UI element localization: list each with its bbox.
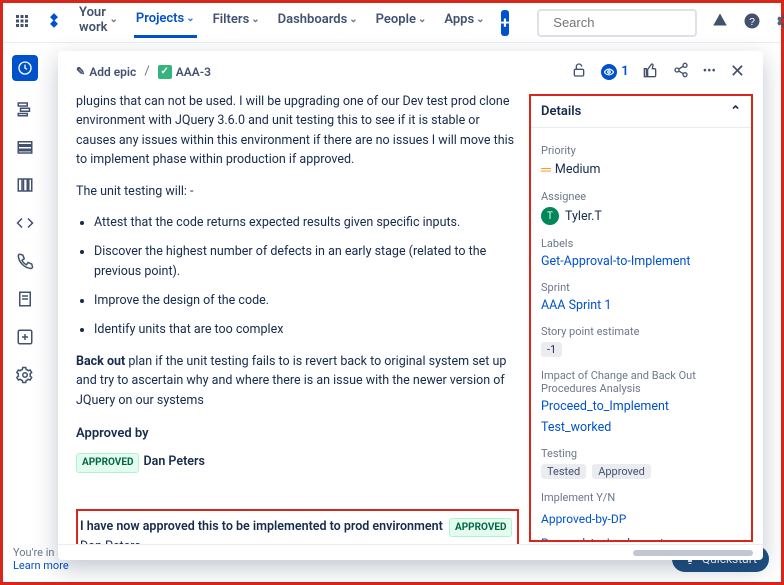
description-text: plugins that can not be used. I will be … bbox=[76, 92, 519, 544]
phone-icon[interactable] bbox=[15, 251, 35, 271]
like-icon[interactable] bbox=[643, 62, 659, 82]
assignee-value[interactable]: T Tyler.T bbox=[541, 207, 741, 225]
implement-label: Implement Y/N bbox=[541, 491, 741, 504]
impact-value[interactable]: Proceed_to_Implement Test_worked bbox=[541, 399, 741, 435]
dialog-footer bbox=[58, 544, 763, 560]
assignee-avatar-icon: T bbox=[541, 207, 559, 225]
priority-medium-icon: ═ bbox=[541, 161, 549, 178]
nav-dashboards[interactable]: Dashboards⌄ bbox=[276, 9, 360, 36]
sprint-value[interactable]: AAA Sprint 1 bbox=[541, 298, 741, 313]
details-heading: Details bbox=[541, 104, 581, 119]
more-actions-icon[interactable]: ••• bbox=[703, 64, 716, 79]
story-points-label: Story point estimate bbox=[541, 325, 741, 338]
story-type-icon: ✓ bbox=[158, 65, 172, 79]
approval-highlight: I have now approved this to be implement… bbox=[76, 509, 519, 544]
search-input[interactable] bbox=[537, 9, 697, 37]
desc-bullet: Attest that the code returns expected re… bbox=[94, 213, 519, 232]
share-icon[interactable] bbox=[673, 62, 689, 82]
approved-by-label: Approved by bbox=[76, 424, 519, 444]
add-epic-link[interactable]: Add epic bbox=[76, 65, 136, 79]
close-dialog-button[interactable]: ✕ bbox=[730, 61, 745, 82]
desc-bullet: Improve the design of the code. bbox=[94, 291, 519, 310]
code-icon[interactable] bbox=[15, 213, 35, 233]
approver-row: APPROVEDDan Peters bbox=[76, 452, 519, 473]
settings-icon[interactable] bbox=[775, 12, 784, 34]
nav-apps[interactable]: Apps⌄ bbox=[442, 9, 486, 36]
left-rail bbox=[3, 43, 47, 582]
implement-value[interactable]: Approved-by-DP Proceed_to_Implement bbox=[541, 508, 741, 542]
app-switcher-icon[interactable] bbox=[13, 12, 31, 34]
backlog-icon[interactable] bbox=[15, 137, 35, 157]
create-button[interactable]: + bbox=[501, 10, 510, 36]
project-avatar-icon[interactable] bbox=[12, 55, 38, 81]
impact-label: Impact of Change and Back Out Procedures… bbox=[541, 369, 741, 395]
story-points-value[interactable]: -1 bbox=[541, 342, 741, 357]
dialog-header: Add epic / ✓ AAA-3 1 ••• ✕ bbox=[58, 51, 763, 92]
add-item-icon[interactable] bbox=[15, 327, 35, 347]
nav-your-work[interactable]: Your work⌄ bbox=[77, 2, 120, 44]
labels-label: Labels bbox=[541, 237, 741, 250]
priority-value[interactable]: ═ Medium bbox=[541, 161, 741, 178]
assignee-label: Assignee bbox=[541, 190, 741, 203]
pages-icon[interactable] bbox=[15, 289, 35, 309]
lock-icon[interactable] bbox=[571, 62, 587, 82]
board-icon[interactable] bbox=[15, 175, 35, 195]
desc-bullet: Identify units that are too complex bbox=[94, 320, 519, 339]
project-settings-icon[interactable] bbox=[15, 365, 35, 385]
watch-button[interactable]: 1 bbox=[601, 64, 628, 80]
svg-text:?: ? bbox=[749, 15, 755, 27]
priority-label: Priority bbox=[541, 144, 741, 157]
labels-value[interactable]: Get-Approval-to-Implement bbox=[541, 254, 741, 269]
jira-logo-icon[interactable] bbox=[45, 12, 63, 34]
top-nav: Your work⌄ Projects⌄ Filters⌄ Dashboards… bbox=[3, 3, 781, 43]
issue-dialog: Add epic / ✓ AAA-3 1 ••• ✕ plugins that … bbox=[58, 51, 763, 560]
testing-label: Testing bbox=[541, 447, 741, 460]
notifications-icon[interactable] bbox=[711, 12, 729, 34]
collapse-details-icon[interactable]: ⌃ bbox=[730, 104, 741, 119]
sprint-label: Sprint bbox=[541, 281, 741, 294]
desc-bullet: Discover the highest number of defects i… bbox=[94, 242, 519, 281]
issue-key-link[interactable]: ✓ AAA-3 bbox=[158, 65, 211, 79]
nav-projects[interactable]: Projects⌄ bbox=[134, 8, 197, 38]
roadmap-icon[interactable] bbox=[15, 99, 35, 119]
nav-filters[interactable]: Filters⌄ bbox=[211, 9, 262, 36]
testing-value[interactable]: Tested Approved bbox=[541, 464, 741, 479]
horizontal-scrollbar[interactable] bbox=[633, 550, 753, 556]
details-panel: Details ⌃ Priority ═ Medium Assignee T T… bbox=[529, 94, 753, 542]
nav-people[interactable]: People⌄ bbox=[374, 9, 429, 36]
issue-main-panel: plugins that can not be used. I will be … bbox=[58, 92, 527, 544]
help-icon[interactable]: ? bbox=[743, 12, 761, 34]
